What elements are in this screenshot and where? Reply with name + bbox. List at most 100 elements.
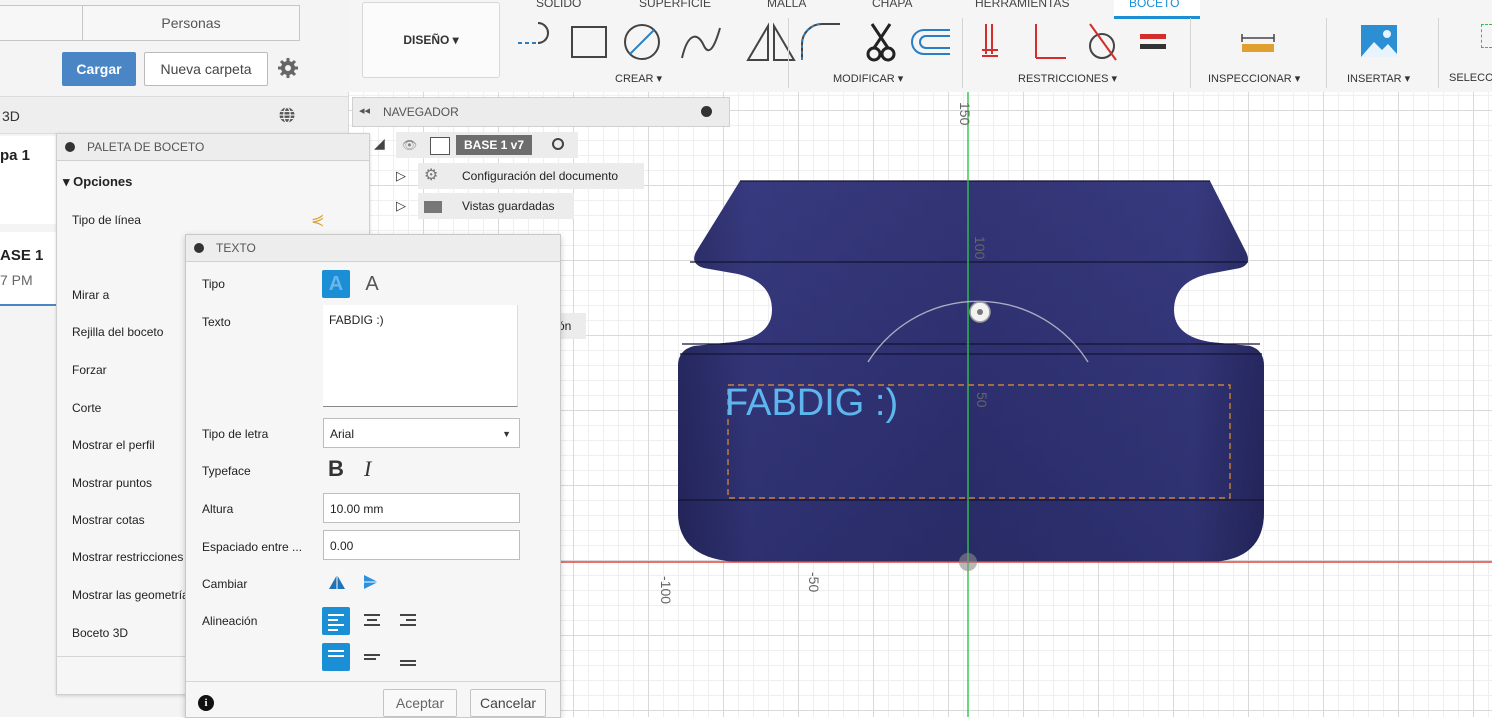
toolbar-separator <box>962 18 963 88</box>
new-folder-button[interactable]: Nueva carpeta <box>144 52 268 86</box>
navigator-title: NAVEGADOR <box>383 105 459 119</box>
align-center-icon[interactable] <box>358 607 386 635</box>
file-card-title: ASE 1 <box>0 247 44 264</box>
tab-proyectos[interactable] <box>0 5 84 41</box>
toolbar-separator <box>1438 18 1439 88</box>
create-tools-icons[interactable] <box>516 22 838 64</box>
sketch-palette-title: PALETA DE BOCETO <box>87 140 205 154</box>
component-icon <box>430 137 450 155</box>
workspace-dropdown[interactable]: DISEÑO ▾ <box>362 2 500 78</box>
modify-tools-icons[interactable] <box>800 20 960 64</box>
gear-icon: ⚙ <box>424 167 439 184</box>
palette-show-dimensions[interactable]: Mostrar cotas <box>72 513 145 527</box>
flip-vertical-icon[interactable] <box>328 573 346 594</box>
label-tipo-letra: Tipo de letra <box>202 427 269 441</box>
height-input[interactable]: 10.00 mm <box>323 493 520 523</box>
insert-image-icon[interactable] <box>1360 24 1398 58</box>
palette-slice[interactable]: Corte <box>72 401 101 415</box>
spacing-input[interactable]: 0.00 <box>323 530 520 560</box>
group-insertar[interactable]: INSERTAR ▾ <box>1347 72 1410 85</box>
tab-chapa[interactable]: CHAPA <box>872 0 912 10</box>
cancel-button[interactable]: Cancelar <box>470 689 546 717</box>
ruler-tick-minus50: -50 <box>806 572 822 593</box>
tree-expand-icon[interactable]: ▷ <box>396 168 406 184</box>
group-inspeccionar[interactable]: INSPECCIONAR ▾ <box>1208 72 1300 85</box>
valign-middle-icon[interactable] <box>358 643 386 671</box>
navigator-root-label: BASE 1 v7 <box>456 135 533 155</box>
label-alineacion: Alineación <box>202 614 258 628</box>
activate-radio-icon[interactable] <box>552 138 564 150</box>
upload-button[interactable]: Cargar <box>62 52 136 86</box>
group-modificar[interactable]: MODIFICAR ▾ <box>833 72 903 85</box>
palette-show-constraints[interactable]: Mostrar restricciones <box>72 550 186 564</box>
palette-show-points[interactable]: Mostrar puntos <box>72 476 152 490</box>
text-dialog-title: TEXTO <box>216 241 256 255</box>
collapse-arrows-icon[interactable]: ◂◂ <box>359 104 370 117</box>
tab-boceto[interactable]: BOCETO <box>1129 0 1179 10</box>
tab-herramientas[interactable]: HERRAMIENTAS <box>975 0 1069 10</box>
label-altura: Altura <box>202 502 234 516</box>
folder-icon <box>424 201 442 213</box>
group-restricciones[interactable]: RESTRICCIONES ▾ <box>1018 72 1117 85</box>
sketch-palette-header: PALETA DE BOCETO <box>57 134 369 161</box>
ruler-tick-100: 100 <box>972 236 988 260</box>
align-right-icon[interactable] <box>394 607 422 635</box>
label-texto: Texto <box>202 315 231 329</box>
tree-expand-icon[interactable]: ▷ <box>396 198 406 214</box>
valign-top-icon[interactable] <box>322 643 350 671</box>
eye-icon[interactable]: 👁 <box>402 132 417 158</box>
toolbar-separator <box>1190 18 1191 88</box>
bold-icon[interactable]: B <box>328 456 344 482</box>
palette-snap[interactable]: Forzar <box>72 363 107 377</box>
tree-collapse-icon[interactable]: ◢ <box>374 135 385 152</box>
ruler-tick-150: 150 <box>957 102 973 126</box>
ruler-tick-minus100: -100 <box>658 576 674 605</box>
gear-icon[interactable] <box>276 56 300 80</box>
accept-button[interactable]: Aceptar <box>383 689 457 717</box>
palette-3d-sketch[interactable]: Boceto 3D <box>72 626 128 640</box>
text-type-outline-icon[interactable]: A <box>358 270 386 298</box>
italic-icon[interactable]: I <box>364 456 371 482</box>
file-card-title: pa 1 <box>0 147 31 164</box>
tab-solido[interactable]: SÓLIDO <box>536 0 581 10</box>
chevron-down-icon: ▼ <box>502 429 511 439</box>
palette-look-at[interactable]: Mirar a <box>72 288 109 302</box>
ruler-tick-50: 50 <box>974 392 990 408</box>
measure-icon[interactable] <box>1240 32 1276 54</box>
font-select-value: Arial <box>330 427 355 441</box>
select-icon[interactable] <box>1481 24 1492 48</box>
palette-show-profile[interactable]: Mostrar el perfil <box>72 438 155 452</box>
toolbar-separator <box>788 18 789 88</box>
palette-sketch-grid[interactable]: Rejilla del boceto <box>72 325 163 339</box>
tree-item-label: Vistas guardadas <box>462 199 555 213</box>
font-select[interactable]: Arial ▼ <box>323 418 520 448</box>
toolbar: DISEÑO ▾ SÓLIDO SUPERFICIE MALLA CHAPA H… <box>348 0 1492 93</box>
construction-line-icon[interactable]: ⋞ <box>311 210 324 230</box>
tree-item-document-settings[interactable]: ⚙ Configuración del documento <box>418 163 644 189</box>
pin-icon[interactable] <box>65 142 75 152</box>
text-type-filled-icon[interactable]: A <box>322 270 350 298</box>
group-seleccionar[interactable]: SELECC <box>1449 72 1492 84</box>
flip-horizontal-icon[interactable] <box>362 573 380 594</box>
text-content-area[interactable]: FABDIG :) <box>323 305 518 407</box>
tab-malla[interactable]: MALLA <box>767 0 806 10</box>
align-left-icon[interactable] <box>322 607 350 635</box>
divider <box>186 681 560 682</box>
file-card[interactable] <box>0 232 56 306</box>
tab-superficie[interactable]: SUPERFICIE <box>639 0 711 10</box>
tree-item-saved-views[interactable]: Vistas guardadas <box>418 193 574 219</box>
tab-personas[interactable]: Personas <box>82 5 300 41</box>
group-crear[interactable]: CREAR ▾ <box>615 72 662 85</box>
options-section[interactable]: ▾ Opciones <box>63 174 132 190</box>
pin-icon[interactable] <box>701 106 712 117</box>
tree-item-label: Configuración del documento <box>462 169 619 183</box>
info-icon[interactable]: i <box>198 695 214 711</box>
constraint-tools-icons[interactable] <box>980 20 1170 64</box>
label-typeface: Typeface <box>202 464 251 478</box>
sketch-text[interactable]: FABDIG :) <box>725 382 898 425</box>
valign-bottom-icon[interactable] <box>394 643 422 671</box>
globe-icon[interactable] <box>278 106 296 124</box>
pin-icon[interactable] <box>194 243 204 253</box>
palette-show-geometry[interactable]: Mostrar las geometrías <box>72 588 186 602</box>
navigator-root[interactable]: 👁 BASE 1 v7 <box>396 132 578 158</box>
